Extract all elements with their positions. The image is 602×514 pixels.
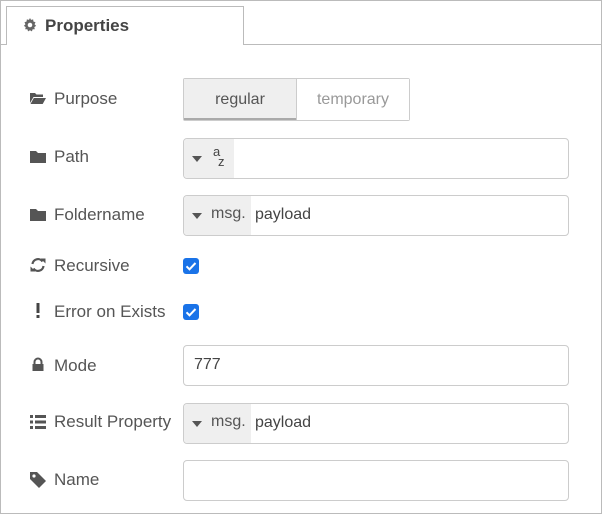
mode-label: Mode bbox=[54, 356, 97, 375]
refresh-icon bbox=[30, 258, 46, 272]
checkmark-icon bbox=[185, 308, 197, 317]
purpose-button-group: regular temporary bbox=[183, 78, 410, 121]
name-label: Name bbox=[54, 470, 100, 489]
exclamation-icon bbox=[36, 303, 40, 318]
mode-value: 777 bbox=[194, 356, 221, 373]
foldername-value: payload bbox=[255, 206, 312, 223]
result-property-type: msg. bbox=[211, 413, 246, 430]
purpose-regular-button[interactable]: regular bbox=[184, 79, 297, 120]
folder-icon bbox=[30, 209, 46, 221]
caret-down-icon bbox=[192, 421, 202, 427]
recursive-label: Recursive bbox=[54, 256, 130, 275]
error-on-exists-checkbox[interactable] bbox=[183, 304, 199, 320]
foldername-field[interactable]: msg. payload bbox=[183, 195, 569, 236]
caret-down-icon bbox=[192, 213, 202, 219]
result-property-label: Result Property bbox=[54, 412, 172, 431]
recursive-checkbox[interactable] bbox=[183, 258, 199, 274]
foldername-type: msg. bbox=[211, 205, 246, 222]
lock-icon bbox=[32, 357, 44, 371]
gear-icon bbox=[23, 18, 37, 32]
tab-properties[interactable]: Properties bbox=[6, 6, 244, 45]
caret-down-icon bbox=[192, 156, 202, 162]
checkmark-icon bbox=[185, 262, 197, 271]
tag-icon bbox=[30, 472, 46, 488]
folder-icon bbox=[30, 151, 46, 163]
tab-label: Properties bbox=[45, 16, 130, 35]
result-property-field[interactable]: msg. payload bbox=[183, 403, 569, 444]
tab-bar: Properties bbox=[1, 1, 601, 45]
result-property-value: payload bbox=[255, 414, 312, 431]
error-on-exists-label: Error on Exists bbox=[54, 302, 166, 321]
path-field[interactable]: az bbox=[183, 138, 569, 179]
list-icon bbox=[30, 415, 46, 429]
foldername-label: Foldername bbox=[54, 205, 145, 224]
properties-panel: Properties Purpose regular temporary Pat… bbox=[0, 0, 602, 514]
path-type-selector[interactable]: az bbox=[184, 139, 234, 178]
result-property-type-selector[interactable]: msg. bbox=[184, 404, 251, 443]
name-input[interactable] bbox=[183, 460, 569, 501]
folder-open-icon bbox=[30, 93, 46, 104]
purpose-label: Purpose bbox=[54, 89, 118, 108]
purpose-temporary-button[interactable]: temporary bbox=[297, 79, 409, 120]
foldername-type-selector[interactable]: msg. bbox=[184, 196, 251, 235]
string-type-icon: az bbox=[213, 144, 225, 169]
path-label: Path bbox=[54, 147, 89, 166]
mode-input[interactable]: 777 bbox=[183, 345, 569, 386]
